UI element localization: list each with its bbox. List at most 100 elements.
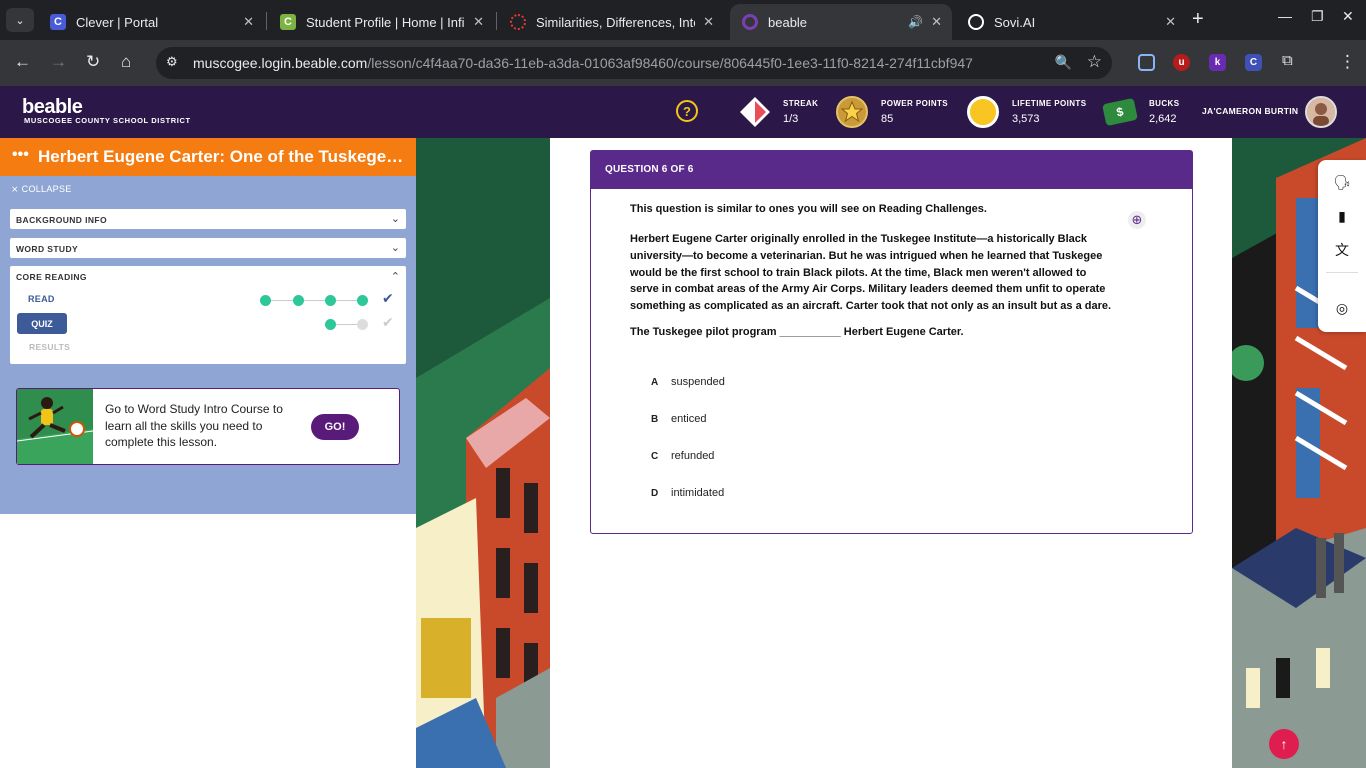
window-close-icon[interactable]: ✕ <box>1342 8 1354 25</box>
question-intro: This question is similar to ones you wil… <box>630 203 987 215</box>
bucks-value: 2,642 <box>1149 113 1177 125</box>
step-quiz[interactable]: QUIZ <box>17 313 67 334</box>
text-to-speech-icon[interactable]: 🗣 <box>1332 172 1352 192</box>
chevron-down-icon: ⌄ <box>390 242 400 254</box>
question-counter: QUESTION 6 OF 6 <box>605 164 694 175</box>
zoom-icon[interactable]: 🔍 <box>1055 54 1072 71</box>
kami-extension-icon[interactable]: k <box>1209 54 1226 71</box>
go-button[interactable]: GO! <box>311 414 359 440</box>
streak-value: 1/3 <box>783 113 799 125</box>
progress-dot-complete <box>325 319 336 330</box>
back-arrow-icon[interactable]: ← <box>14 52 31 72</box>
extensions-puzzle-icon[interactable]: ⧉ <box>1282 52 1293 69</box>
accessibility-toolbar: 🗣 ▮ 文 ◎ <box>1318 160 1366 332</box>
question-card: QUESTION 6 OF 6 This question is similar… <box>590 150 1193 534</box>
close-tab-icon[interactable]: ✕ <box>473 14 484 30</box>
tab-similarities[interactable]: Similarities, Differences, Intere ✕ <box>498 4 724 40</box>
site-info-icon[interactable]: ⚙ <box>166 54 178 70</box>
lifebuoy-help-icon[interactable]: ⊕ <box>1128 211 1146 229</box>
section-core-reading[interactable]: CORE READING ⌃ READ QUIZ RESULTS ✔ ✔ <box>10 266 406 364</box>
dictionary-book-icon[interactable]: ▮ <box>1332 206 1352 226</box>
tab-beable[interactable]: beable 🔊 ✕ <box>730 4 952 40</box>
section-background-info[interactable]: BACKGROUND INFO ⌄ <box>10 209 406 229</box>
help-icon[interactable]: ? <box>676 100 698 122</box>
close-tab-icon[interactable]: ✕ <box>931 14 942 30</box>
section-label: WORD STUDY <box>16 244 79 254</box>
progress-dot-complete <box>325 295 336 306</box>
close-tab-icon[interactable]: ✕ <box>703 14 714 30</box>
beable-favicon-icon <box>742 14 758 30</box>
minimize-icon[interactable]: — <box>1278 8 1292 24</box>
promo-text: Go to Word Study Intro Course to learn a… <box>105 402 283 449</box>
streak-icon <box>739 96 771 128</box>
home-icon[interactable]: ⌂ <box>121 52 131 72</box>
collapse-icon: ⨯ <box>11 184 22 194</box>
address-bar[interactable]: ⚙ muscogee.login.beable.com/lesson/c4f4a… <box>156 47 1112 79</box>
soccer-player-illustration <box>17 389 93 464</box>
progress-dot-pending <box>357 319 368 330</box>
answer-option-d[interactable]: Dintimidated <box>651 487 724 499</box>
sovi-favicon-icon <box>968 14 984 30</box>
tab-sovi[interactable]: Sovi.AI ✕ <box>956 4 1186 40</box>
answer-option-c[interactable]: Crefunded <box>651 450 714 462</box>
scroll-to-top-button[interactable]: ↑ <box>1269 729 1299 759</box>
lesson-title: Herbert Eugene Carter: One of the Tuskeg… <box>38 147 408 166</box>
forward-arrow-icon[interactable]: → <box>50 52 67 72</box>
lifetime-points-sun-icon <box>967 96 999 128</box>
tab-search-button[interactable]: ⌄ <box>6 8 34 32</box>
username[interactable]: JA'CAMERON BURTIN <box>1202 106 1298 116</box>
answer-option-a[interactable]: Asuspended <box>651 376 725 388</box>
progress-dot-complete <box>260 295 271 306</box>
question-header: QUESTION 6 OF 6 <box>591 151 1192 189</box>
word-study-promo: Go to Word Study Intro Course to learn a… <box>16 388 400 465</box>
read-check-icon: ✔ <box>382 290 394 306</box>
tab-title: beable <box>768 14 808 30</box>
close-tab-icon[interactable]: ✕ <box>243 14 254 30</box>
browser-toolbar: ← → ↻ ⌂ ⚙ muscogee.login.beable.com/less… <box>0 40 1366 86</box>
quiz-check-icon: ✔ <box>382 314 394 330</box>
lifetime-points-label: LIFETIME POINTS <box>1012 99 1087 108</box>
ai-assistant-icon[interactable]: ◎ <box>1332 298 1352 318</box>
streak-label: STREAK <box>783 99 819 108</box>
app-header: beable MUSCOGEE COUNTY SCHOOL DISTRICT ?… <box>0 86 1366 138</box>
collapse-button[interactable]: ⨯ COLLAPSE <box>11 184 72 195</box>
lesson-sidebar: ••• Herbert Eugene Carter: One of the Tu… <box>0 138 416 768</box>
url-text[interactable]: muscogee.login.beable.com/lesson/c4f4aa7… <box>193 55 973 71</box>
progress-line <box>267 300 365 301</box>
district-name: MUSCOGEE COUNTY SCHOOL DISTRICT <box>24 116 191 125</box>
step-read[interactable]: READ <box>28 294 55 304</box>
bookmark-star-icon[interactable]: ☆ <box>1087 52 1102 72</box>
restore-icon[interactable]: ❐ <box>1311 8 1324 25</box>
translate-icon[interactable]: 文 <box>1332 240 1352 260</box>
loading-favicon-icon <box>510 14 526 30</box>
lesson-title-bar: ••• Herbert Eugene Carter: One of the Tu… <box>0 138 416 176</box>
reload-icon[interactable]: ↻ <box>86 52 100 72</box>
speaker-icon[interactable]: 🔊 <box>908 15 923 29</box>
new-tab-plus-icon[interactable]: + <box>1192 8 1204 31</box>
close-tab-icon[interactable]: ✕ <box>1165 14 1176 30</box>
question-prompt: The Tuskegee pilot program __________ He… <box>630 326 964 338</box>
avatar[interactable] <box>1305 96 1337 128</box>
answer-option-b[interactable]: Benticed <box>651 413 706 425</box>
tab-title: Student Profile | Home | Infinite <box>306 14 465 30</box>
lifetime-points-value: 3,573 <box>1012 113 1040 125</box>
section-word-study[interactable]: WORD STUDY ⌄ <box>10 238 406 258</box>
clever-extension-icon[interactable]: C <box>1245 54 1262 71</box>
bucks-money-icon: $ <box>1102 97 1138 127</box>
question-passage: Herbert Eugene Carter originally enrolle… <box>630 233 1112 313</box>
tab-clever[interactable]: C Clever | Portal ✕ <box>38 4 264 40</box>
more-options-icon[interactable]: ••• <box>12 146 29 164</box>
section-label: BACKGROUND INFO <box>16 215 107 225</box>
infinite-campus-favicon-icon: C <box>280 14 296 30</box>
tab-title: Similarities, Differences, Intere <box>536 14 696 30</box>
section-label: CORE READING <box>16 272 87 282</box>
browser-menu-icon[interactable]: ⋮ <box>1339 52 1356 72</box>
tab-student-profile[interactable]: C Student Profile | Home | Infinite ✕ <box>268 4 494 40</box>
progress-dot-complete <box>293 295 304 306</box>
power-points-value: 85 <box>881 113 894 125</box>
ublock-extension-icon[interactable]: u <box>1173 54 1190 71</box>
step-results: RESULTS <box>29 342 71 352</box>
bucks-label: BUCKS <box>1149 99 1180 108</box>
chevron-down-icon: ⌄ <box>390 213 400 225</box>
shield-extension-icon[interactable] <box>1138 54 1155 71</box>
